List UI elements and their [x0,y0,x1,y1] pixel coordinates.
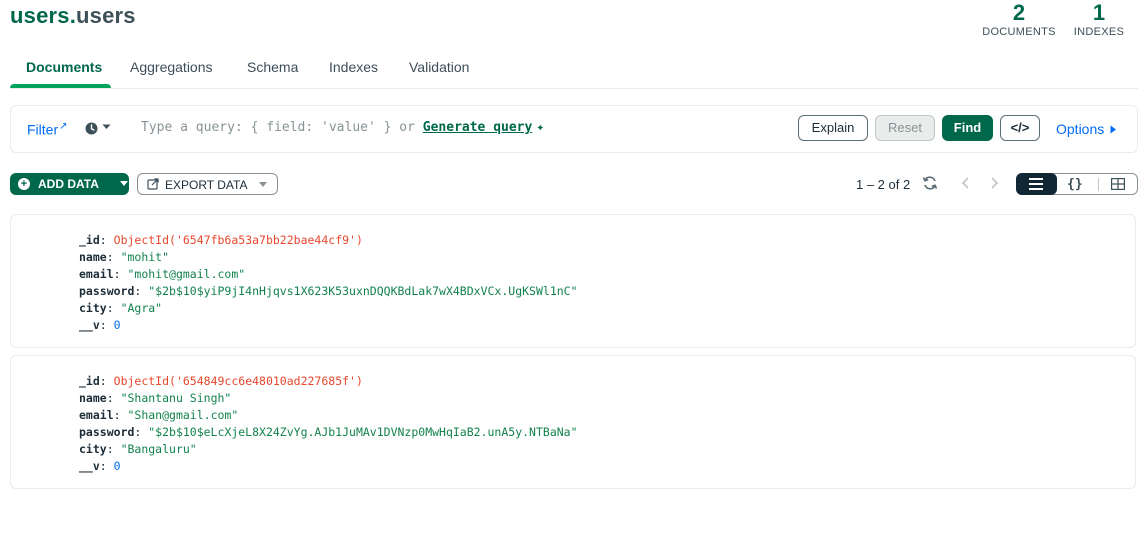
field-key: _id [79,233,100,247]
caret-down-icon [120,181,128,186]
table-view-button[interactable] [1111,178,1125,190]
field-value: "$2b$10$yiP9jI4nHjqvs1X623K53uxnDQQKBdLa… [148,284,578,298]
json-view-button[interactable]: {} [1067,177,1083,192]
query-input[interactable]: Type a query: { field: 'value' } or Gene… [141,120,781,138]
generate-query-link[interactable]: Generate query [423,120,533,135]
query-bar: Filter↗ Type a query: { field: 'value' }… [10,105,1138,153]
field-row: password: "$2b$10$eLcXjeL8X24ZvYg.AJb1Ju… [79,425,578,439]
export-to-language-button[interactable]: </> [1000,115,1040,141]
add-data-label: ADD DATA [38,177,99,191]
query-options-toggle[interactable]: Options [1056,121,1117,137]
find-button[interactable]: Find [942,115,993,141]
field-key: __v [79,318,100,332]
field-key: password [79,425,135,439]
chevron-right-icon[interactable] [988,176,1000,190]
field-key: _id [79,374,100,388]
export-data-button[interactable]: EXPORT DATA [137,173,278,195]
export-icon [147,178,159,190]
explain-button[interactable]: Explain [798,115,868,141]
tab-validation[interactable]: Validation [409,59,469,75]
field-row: email: "mohit@gmail.com" [79,267,246,281]
active-tab-indicator [10,84,111,88]
options-label: Options [1056,121,1105,137]
field-row: name: "Shantanu Singh" [79,391,232,405]
documents-count: 2 [1012,0,1026,25]
field-row: __v: 0 [79,318,121,332]
field-value: "$2b$10$eLcXjeL8X24ZvYg.AJb1JuMAv1DVNzp0… [148,425,578,439]
field-row: password: "$2b$10$yiP9jI4nHjqvs1X623K53u… [79,284,578,298]
field-row: email: "Shan@gmail.com" [79,408,239,422]
field-value: "mohit" [120,250,170,264]
collection-name: users [76,3,136,28]
external-link-icon: ↗ [59,121,68,132]
field-key: city [79,442,107,456]
field-value: "Shantanu Singh" [120,391,232,405]
field-key: __v [79,459,100,473]
list-icon [1029,178,1043,190]
export-data-label: EXPORT DATA [165,178,248,192]
query-placeholder: Type a query: { field: 'value' } or [141,120,415,135]
field-key: name [79,250,107,264]
code-icon: </> [1010,120,1030,135]
field-row: __v: 0 [79,459,121,473]
field-value: "Shan@gmail.com" [127,408,239,422]
tab-aggregations[interactable]: Aggregations [130,59,213,75]
field-row: _id: ObjectId('654849cc6e48010ad227685f'… [79,374,363,388]
field-key: name [79,391,107,405]
add-data-button[interactable]: + ADD DATA [10,173,129,195]
list-view-button[interactable] [1016,173,1057,195]
indexes-count-label: INDEXES [1073,26,1125,38]
field-key: city [79,301,107,315]
field-row: _id: ObjectId('6547fb6a53a7bb22bae44cf9'… [79,233,363,247]
view-divider [1098,178,1099,191]
plus-circle-icon: + [18,178,30,190]
pagination-summary: 1 – 2 of 2 [856,177,911,192]
tab-indexes[interactable]: Indexes [329,59,378,75]
namespace-title: users.users [10,3,136,29]
document-fields: _id: ObjectId('6547fb6a53a7bb22bae44cf9'… [79,232,578,334]
caret-right-icon [1110,125,1117,134]
view-switcher: {} [1016,173,1138,195]
sparkle-icon: ✦ [536,120,545,135]
filter-docs-link[interactable]: Filter↗ [27,121,68,138]
documents-count-stat: 2 DOCUMENTS [980,0,1058,38]
tab-schema[interactable]: Schema [247,59,298,75]
collection-tabs: Documents Aggregations Schema Indexes Va… [10,52,1138,89]
field-value: "mohit@gmail.com" [127,267,246,281]
database-name[interactable]: users [10,3,70,28]
caret-down-icon [259,182,267,187]
document-fields: _id: ObjectId('654849cc6e48010ad227685f'… [79,373,578,475]
query-history-button[interactable] [85,120,115,138]
document-card[interactable]: _id: ObjectId('6547fb6a53a7bb22bae44cf9'… [10,214,1136,348]
field-key: email [79,408,114,422]
field-value: ObjectId('6547fb6a53a7bb22bae44cf9') [113,233,363,247]
field-value: ObjectId('654849cc6e48010ad227685f') [113,374,363,388]
document-card[interactable]: _id: ObjectId('654849cc6e48010ad227685f'… [10,355,1136,489]
tab-documents[interactable]: Documents [26,59,102,75]
field-value: 0 [113,459,121,473]
caret-down-icon [102,124,111,129]
indexes-count-stat: 1 INDEXES [1071,0,1127,38]
collection-view: users.users 2 DOCUMENTS 1 INDEXES Docume… [0,0,1148,533]
reset-button[interactable]: Reset [875,115,935,141]
field-row: city: "Bangaluru" [79,442,197,456]
filter-label: Filter [27,121,59,138]
field-value: 0 [113,318,121,332]
field-key: email [79,267,114,281]
documents-count-label: DOCUMENTS [982,26,1056,38]
clock-icon [85,122,98,135]
field-row: name: "mohit" [79,250,170,264]
refresh-icon[interactable] [922,175,938,191]
field-value: "Bangaluru" [120,442,197,456]
field-row: city: "Agra" [79,301,163,315]
field-key: password [79,284,135,298]
field-value: "Agra" [120,301,163,315]
indexes-count: 1 [1092,0,1106,25]
chevron-left-icon[interactable] [960,176,972,190]
